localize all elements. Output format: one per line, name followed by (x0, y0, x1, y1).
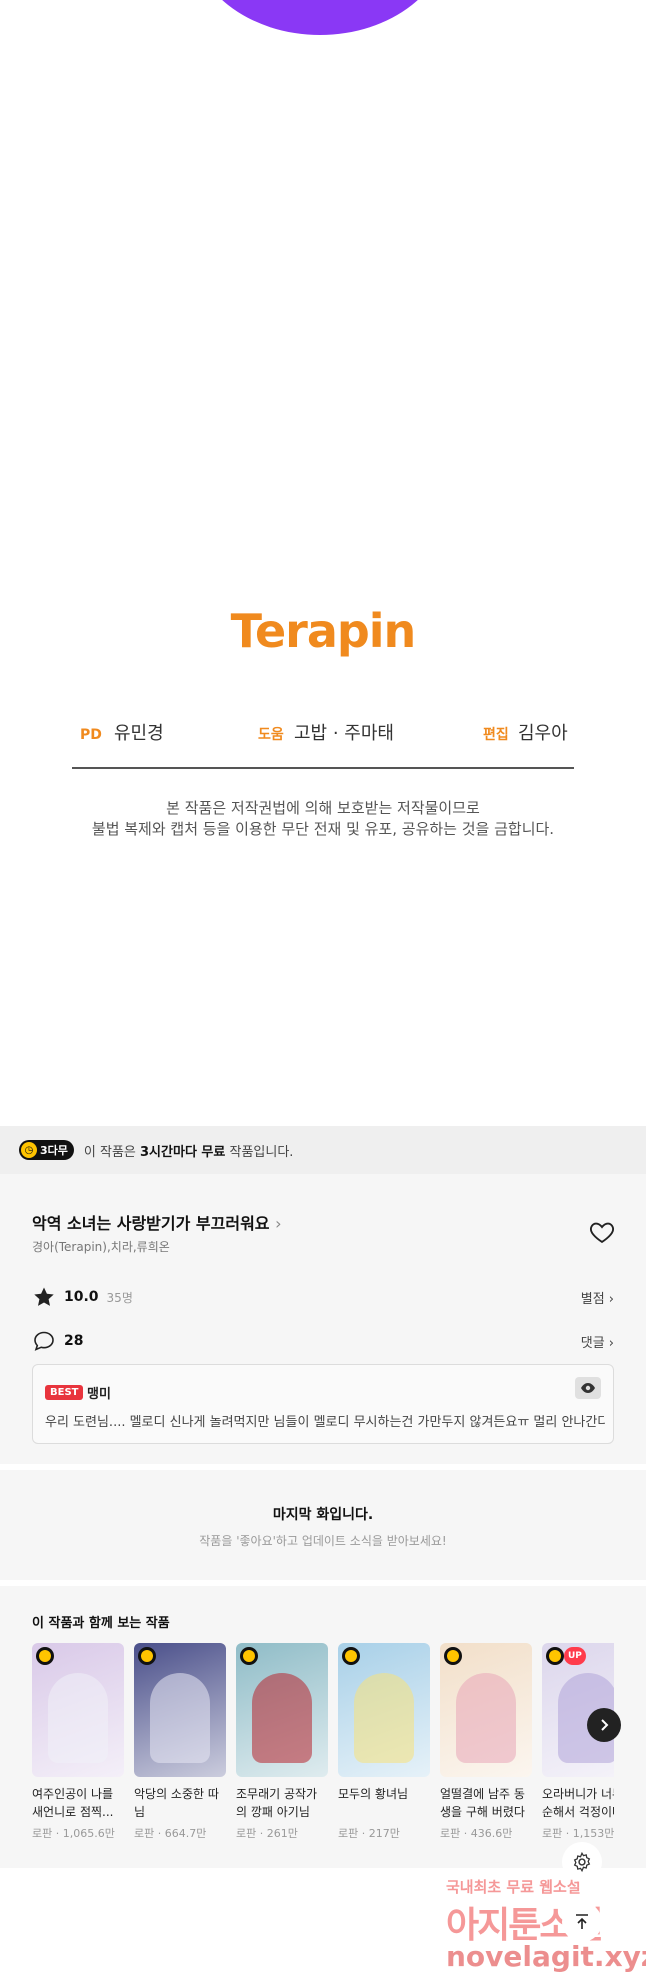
recommend-card[interactable]: 모두의 황녀님로판 · 217만 (338, 1643, 430, 1841)
clock-icon (546, 1647, 564, 1665)
cover-thumbnail (134, 1643, 226, 1777)
last-episode-heading: 마지막 화입니다. (272, 1507, 374, 1523)
free-info-text: 이 작품은 3시간마다 무료 작품입니다. (83, 1144, 294, 1160)
watermark-line: novelagit.xyz (446, 1940, 646, 1973)
best-comment[interactable]: BEST 맹미 우리 도련님.... 멜로디 신나게 놀려먹지만 님들이 멜로디… (32, 1364, 614, 1444)
cover-thumbnail (338, 1643, 430, 1777)
recommend-heading: 이 작품과 함께 보는 작품 (32, 1616, 170, 1631)
last-episode-notice: 마지막 화입니다. 작품을 '좋아요'하고 업데이트 소식을 받아보세요! (0, 1470, 646, 1580)
comment-link[interactable]: 댓글 › (581, 1332, 614, 1351)
heart-icon[interactable] (588, 1218, 616, 1246)
last-episode-sub: 작품을 '좋아요'하고 업데이트 소식을 받아보세요! (199, 1534, 447, 1548)
recommend-card[interactable]: 여주인공이 나를 새언니로 점찍... 로판 · 1,065.6만 (32, 1643, 124, 1841)
recommend-list: 여주인공이 나를 새언니로 점찍... 로판 · 1,065.6만 악당의 소중한 … (32, 1643, 614, 1863)
recommend-card[interactable]: 얼떨결에 남주 동생을 구해 버렸다로판 · 436.6만 (440, 1643, 532, 1841)
cover-thumbnail (236, 1643, 328, 1777)
rating-link[interactable]: 별점 › (581, 1288, 614, 1307)
site-watermark: 국내최초 무료 웹소설 아지툰소설 novelagit.xyz (442, 1868, 646, 1985)
notice-line: 본 작품은 저작권법에 의해 보호받는 저작물이므로 (166, 799, 480, 817)
scroll-top-button[interactable] (562, 1902, 602, 1942)
next-arrow-button[interactable] (587, 1708, 621, 1742)
comment-icon (34, 1331, 54, 1351)
top-decoration (0, 0, 646, 40)
comment-text: 우리 도련님.... 멜로디 신나게 놀려먹지만 님들이 멜로디 무시하는건 가… (45, 1415, 605, 1430)
card-meta: 로판 · 217만 (338, 1827, 400, 1840)
clock-icon: ◷ (21, 1142, 37, 1158)
card-meta: 로판 · 1,065.6만 (32, 1827, 115, 1840)
recommend-card[interactable]: 조무래기 공작가의 깡패 아기님로판 · 261만 (236, 1643, 328, 1841)
card-meta: 로판 · 664.7만 (134, 1827, 207, 1840)
card-meta: 로판 · 261만 (236, 1827, 298, 1840)
wait-free-badge: ◷ 3다무 (19, 1140, 74, 1160)
star-icon (34, 1287, 54, 1306)
notice-line: 불법 복제와 캡처 등을 이용한 무단 전재 및 유포, 공유하는 것을 금합니… (91, 820, 555, 838)
arrow-up-icon (576, 1914, 588, 1929)
cover-thumbnail (32, 1643, 124, 1777)
rating-count: 35명 (106, 1290, 133, 1305)
publisher-logo: Terapin (230, 604, 417, 658)
work-authors: 경아(Terapin),치라,류희온 (32, 1240, 170, 1254)
staff-role-editor: 편집 (483, 727, 509, 743)
card-title: 악당의 소중한 따님 (134, 1787, 219, 1819)
rating-score: 10.0 (64, 1289, 99, 1305)
card-meta: 로판 · 436.6만 (440, 1827, 513, 1840)
card-title: 조무래기 공작가의 깡패 아기님 (236, 1787, 318, 1819)
clock-icon (138, 1647, 156, 1665)
card-title: 오라버니가 너무 순해서 걱정이다 (542, 1787, 614, 1819)
card-title: 여주인공이 나를 새언니로 점찍... (32, 1787, 114, 1819)
staff-role-assist: 도움 (258, 727, 284, 743)
comment-count: 28 (64, 1333, 84, 1349)
chevron-right-icon: › (275, 1214, 282, 1233)
card-title: 모두의 황녀님 (338, 1787, 409, 1801)
comment-row: 28 댓글 › (32, 1328, 614, 1354)
work-title-link[interactable]: 악역 소녀는 사랑받기가 부끄러워요 › (32, 1210, 282, 1234)
chevron-right-icon (601, 1719, 609, 1731)
comment-user: 맹미 (87, 1387, 111, 1402)
watermark-line: 국내최초 무료 웹소설 (446, 1878, 581, 1896)
eye-icon[interactable] (575, 1377, 601, 1399)
clock-icon (36, 1647, 54, 1665)
staff-name-editor: 김우아 (518, 723, 568, 744)
settings-button[interactable] (562, 1842, 602, 1882)
recommend-card[interactable]: UP 오라버니가 너무 순해서 걱정이다로판 · 1,153만 (542, 1643, 614, 1841)
clock-icon (342, 1647, 360, 1665)
up-badge: UP (564, 1647, 586, 1665)
staff-credits: PD 유민경 도움 고밥 · 주마태 편집 김우아 (72, 718, 574, 752)
clock-icon (240, 1647, 258, 1665)
clock-icon (444, 1647, 462, 1665)
recommendations: 이 작품과 함께 보는 작품 여주인공이 나를 새언니로 점찍... 로판 · 1… (0, 1586, 646, 1868)
cover-thumbnail (440, 1643, 532, 1777)
staff-role-pd: PD (80, 727, 102, 743)
free-info-bar: ◷ 3다무 이 작품은 3시간마다 무료 작품입니다. (0, 1126, 646, 1174)
staff-name-assist: 고밥 · 주마태 (294, 723, 394, 744)
card-meta: 로판 · 1,153만 (542, 1827, 614, 1840)
gear-icon (573, 1851, 591, 1873)
badge-label: 3다무 (40, 1144, 68, 1157)
rating-row: 10.0 35명 별점 › (32, 1284, 614, 1310)
work-info-panel: 악역 소녀는 사랑받기가 부끄러워요 › 경아(Terapin),치라,류희온 … (0, 1174, 646, 1464)
recommend-card[interactable]: 악당의 소중한 따님로판 · 664.7만 (134, 1643, 226, 1841)
card-title: 얼떨결에 남주 동생을 구해 버렸다 (440, 1787, 525, 1819)
divider (72, 767, 574, 769)
copyright-notice: 본 작품은 저작권법에 의해 보호받는 저작물이므로 불법 복제와 캡처 등을 … (0, 798, 646, 840)
best-badge: BEST (45, 1385, 84, 1400)
staff-name-pd: 유민경 (114, 723, 164, 744)
